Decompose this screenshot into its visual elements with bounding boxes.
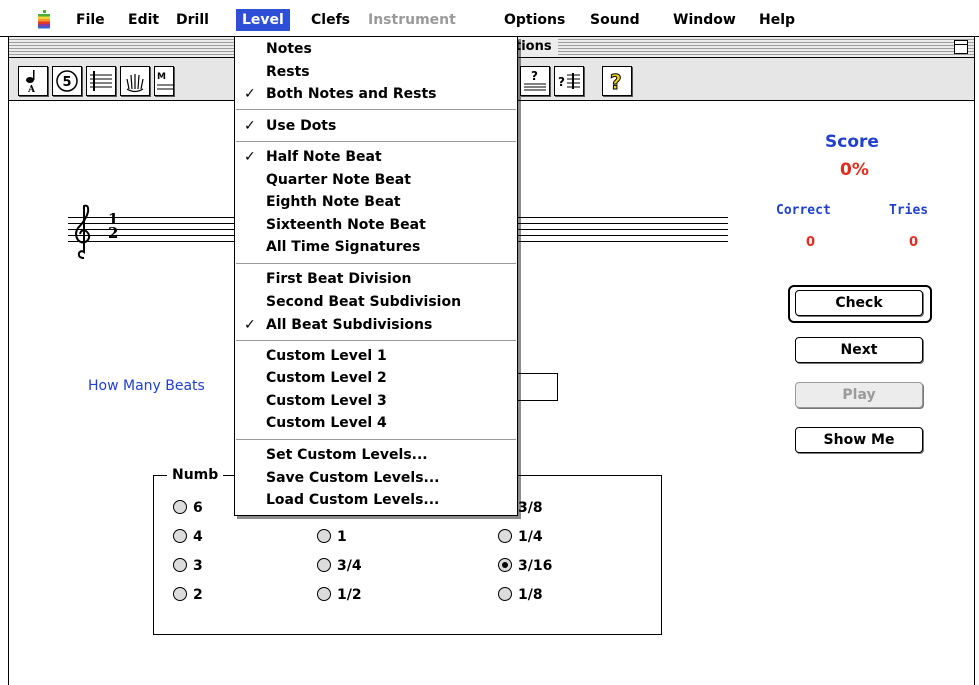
level-menu-dropdown: Notes Rests ✓ Both Notes and Rests ✓ Use D… bbox=[234, 36, 518, 516]
level-menu-item[interactable]: Eighth Note Beat bbox=[235, 191, 517, 213]
number-5-icon[interactable]: 5 bbox=[52, 66, 82, 96]
answer-group-label: Numb bbox=[167, 465, 224, 485]
svg-text:?: ? bbox=[531, 69, 538, 83]
tries-label: Tries bbox=[889, 203, 929, 218]
menu-separator bbox=[236, 109, 516, 110]
level-menu-item[interactable]: Second Beat Subdivision bbox=[235, 291, 517, 313]
level-menu-item[interactable]: ✓ Both Notes and Rests bbox=[235, 83, 517, 105]
radio-button-icon bbox=[317, 587, 331, 601]
radio-4[interactable]: 4 bbox=[173, 529, 203, 545]
menu-help[interactable]: Help bbox=[753, 9, 801, 31]
radio-3-4[interactable]: 3/4 bbox=[317, 558, 362, 574]
menu-options[interactable]: Options bbox=[498, 9, 571, 31]
level-menu-item[interactable]: Custom Level 3 bbox=[235, 390, 517, 412]
score-title: Score bbox=[825, 132, 879, 152]
radio-1-8[interactable]: 1/8 bbox=[498, 587, 543, 603]
score-percent: 0% bbox=[840, 160, 869, 180]
svg-text:?: ? bbox=[558, 75, 565, 89]
level-menu-item[interactable]: ✓ Half Note Beat bbox=[235, 146, 517, 168]
collapse-box-icon[interactable] bbox=[954, 40, 968, 54]
radio-button-icon bbox=[173, 529, 187, 543]
treble-clef-icon bbox=[72, 200, 96, 262]
level-menu-item[interactable]: First Beat Division bbox=[235, 268, 517, 290]
next-button[interactable]: Next bbox=[795, 337, 923, 363]
time-signature: 12 bbox=[108, 210, 119, 242]
menu-file[interactable]: File bbox=[70, 9, 111, 31]
svg-text:A: A bbox=[27, 85, 36, 95]
checkmark-icon: ✓ bbox=[244, 149, 256, 165]
hand-icon[interactable] bbox=[120, 66, 150, 96]
correct-label: Correct bbox=[776, 203, 831, 218]
question-label: How Many Beats bbox=[88, 378, 205, 394]
apple-menu-icon[interactable] bbox=[36, 9, 52, 29]
help-question-icon[interactable]: ? bbox=[602, 66, 632, 96]
menu-window[interactable]: Window bbox=[667, 9, 742, 31]
level-menu-item[interactable]: Load Custom Levels... bbox=[235, 489, 517, 511]
svg-text:M: M bbox=[157, 72, 166, 82]
radio-3-16[interactable]: 3/16 bbox=[498, 558, 552, 574]
staff-notes-icon[interactable] bbox=[86, 66, 116, 96]
checkmark-icon: ✓ bbox=[244, 317, 256, 333]
level-menu-item[interactable]: Notes bbox=[235, 38, 517, 60]
menu-separator bbox=[236, 439, 516, 440]
question-meter-icon[interactable]: ? bbox=[520, 66, 550, 96]
menu-bar: File Edit Drill Level Clefs Instrument O… bbox=[0, 0, 979, 37]
level-menu-item[interactable]: ✓ All Beat Subdivisions bbox=[235, 314, 517, 336]
radio-1-2[interactable]: 1/2 bbox=[317, 587, 362, 603]
level-menu-item[interactable]: Custom Level 4 bbox=[235, 412, 517, 434]
correct-count: 0 bbox=[806, 235, 816, 250]
menu-clefs[interactable]: Clefs bbox=[305, 9, 356, 31]
meter-tool-icon[interactable]: M bbox=[154, 66, 174, 96]
level-menu-item[interactable]: Sixteenth Note Beat bbox=[235, 214, 517, 236]
level-menu-item[interactable]: Set Custom Levels... bbox=[235, 444, 517, 466]
radio-3[interactable]: 3 bbox=[173, 558, 203, 574]
level-menu-item[interactable]: ✓ Use Dots bbox=[235, 115, 517, 137]
check-button[interactable]: Check bbox=[795, 290, 923, 316]
level-menu-item[interactable]: Custom Level 1 bbox=[235, 345, 517, 367]
menu-sound[interactable]: Sound bbox=[584, 9, 646, 31]
menu-level[interactable]: Level bbox=[236, 9, 290, 31]
radio-button-icon bbox=[173, 558, 187, 572]
menu-separator bbox=[236, 263, 516, 264]
radio-6[interactable]: 6 bbox=[173, 500, 203, 516]
checkmark-icon: ✓ bbox=[244, 86, 256, 102]
answer-input[interactable] bbox=[512, 373, 558, 401]
level-menu-item[interactable]: All Time Signatures bbox=[235, 236, 517, 258]
menu-drill[interactable]: Drill bbox=[170, 9, 215, 31]
quarter-note-icon[interactable]: A bbox=[18, 66, 48, 96]
level-menu-item[interactable]: Save Custom Levels... bbox=[235, 467, 517, 489]
menu-separator bbox=[236, 141, 516, 142]
radio-button-icon bbox=[317, 529, 331, 543]
menu-instrument[interactable]: Instrument bbox=[362, 9, 462, 31]
radio-button-icon bbox=[498, 529, 512, 543]
svg-text:?: ? bbox=[610, 70, 622, 94]
radio-2[interactable]: 2 bbox=[173, 587, 203, 603]
radio-1[interactable]: 1 bbox=[317, 529, 347, 545]
radio-selected-icon bbox=[498, 558, 512, 572]
radio-button-icon bbox=[317, 558, 331, 572]
level-menu-item[interactable]: Rests bbox=[235, 61, 517, 83]
play-button[interactable]: Play bbox=[795, 382, 923, 408]
level-menu-item[interactable]: Custom Level 2 bbox=[235, 367, 517, 389]
tries-count: 0 bbox=[909, 235, 919, 250]
question-staff-icon[interactable]: ? bbox=[554, 66, 584, 96]
level-menu-item[interactable]: Quarter Note Beat bbox=[235, 169, 517, 191]
menu-edit[interactable]: Edit bbox=[122, 9, 165, 31]
radio-button-icon bbox=[173, 500, 187, 514]
radio-button-icon bbox=[173, 587, 187, 601]
show-me-button[interactable]: Show Me bbox=[795, 427, 923, 453]
menu-separator bbox=[236, 340, 516, 341]
svg-text:5: 5 bbox=[63, 75, 72, 90]
radio-button-icon bbox=[498, 587, 512, 601]
checkmark-icon: ✓ bbox=[244, 118, 256, 134]
radio-1-4[interactable]: 1/4 bbox=[498, 529, 543, 545]
